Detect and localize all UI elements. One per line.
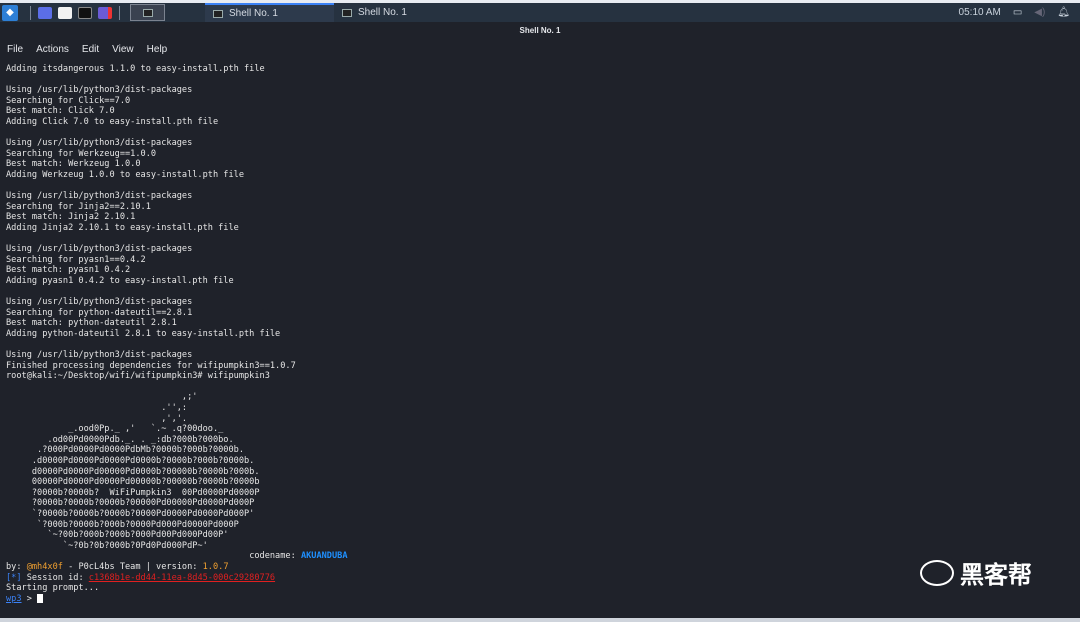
bottom-strip xyxy=(0,618,1080,622)
author: @mh4x0f xyxy=(26,561,63,572)
terminal-line: root@kali:~/Desktop/wifi/wifipumpkin3# w… xyxy=(6,371,270,382)
session-line: [*] Session id: c1368b1e-dd44-11ea-8d45-… xyxy=(6,573,348,584)
codename: AKUANDUBA xyxy=(300,551,348,562)
taskbar: ◆ Shell No. 1 Shell No. 1 05:10 AM ▭ ◀) … xyxy=(0,3,1080,22)
display-icon[interactable]: ▭ xyxy=(1013,7,1022,18)
menu-file[interactable]: File xyxy=(7,44,23,55)
terminal-line: Searching for python-dateutil==2.8.1 xyxy=(6,307,193,318)
codename-label: codename: xyxy=(249,551,301,562)
menu-view[interactable]: View xyxy=(112,44,134,55)
info-bracket: [*] xyxy=(6,572,22,583)
taskbar-tab-shell-2[interactable]: Shell No. 1 xyxy=(334,3,464,22)
codename-line: codename: AKUANDUBA xyxy=(6,551,348,562)
terminal-line: Adding Click 7.0 to easy-install.pth fil… xyxy=(6,116,219,127)
terminal-line: Adding python-dateutil 2.8.1 to easy-ins… xyxy=(6,328,281,339)
terminal-icon xyxy=(342,8,352,17)
terminal-line: Using /usr/lib/python3/dist-packages xyxy=(6,350,193,361)
volume-icon[interactable]: ◀) xyxy=(1034,7,1045,18)
taskbar-tab-shell-1[interactable]: Shell No. 1 xyxy=(205,3,334,22)
terminal-line: Best match: python-dateutil 2.8.1 xyxy=(6,318,177,329)
terminal-line: Adding pyasn1 0.4.2 to easy-install.pth … xyxy=(6,275,234,286)
wifipumpkin-ascii-art: ,;' .'',: ,','. _.ood0Pp._ ,' `.~ .q?00d… xyxy=(31,392,260,551)
terminal-line: Finished processing dependencies for wif… xyxy=(6,360,296,371)
tab-label: Shell No. 1 xyxy=(229,8,278,19)
tab-label: Shell No. 1 xyxy=(358,7,407,18)
folder-icon[interactable] xyxy=(58,6,72,19)
terminal-line: Using /usr/lib/python3/dist-packages xyxy=(6,85,193,96)
watermark: 黑客帮 xyxy=(920,555,1032,590)
by-label: by: xyxy=(6,561,27,572)
menu-bar: File Actions Edit View Help xyxy=(0,40,1080,58)
starting-prompt: Starting prompt... xyxy=(6,583,100,594)
author-line: by: @mh4x0f - P0cL4bs Team | version: 1.… xyxy=(6,562,348,573)
team: - P0cL4bs Team | version: xyxy=(62,561,203,572)
separator xyxy=(119,5,120,20)
terminal-lines: Adding itsdangerous 1.1.0 to easy-instal… xyxy=(6,64,348,392)
terminal-line: Using /usr/lib/python3/dist-packages xyxy=(6,191,193,202)
prompt: wp3 xyxy=(6,593,22,604)
terminal-line: Best match: Werkzeug 1.0.0 xyxy=(6,159,141,170)
screen-recorder-icon[interactable] xyxy=(98,6,112,19)
session-id: c1368b1e-dd44-11ea-8d45-000c29280776 xyxy=(88,572,276,583)
version: 1.0.7 xyxy=(202,561,229,572)
notification-bell-icon[interactable]: 🔔︎ xyxy=(1057,7,1070,18)
prompt-line[interactable]: wp3 > xyxy=(6,593,348,605)
window-title: Shell No. 1 xyxy=(0,22,1080,40)
terminal-line: Best match: pyasn1 0.4.2 xyxy=(6,265,131,276)
menu-actions[interactable]: Actions xyxy=(36,44,69,55)
clock[interactable]: 05:10 AM xyxy=(959,7,1001,18)
terminal-line: Searching for Click==7.0 xyxy=(6,95,131,106)
terminal-line: Searching for pyasn1==0.4.2 xyxy=(6,254,146,265)
terminal-line: Best match: Click 7.0 xyxy=(6,106,115,117)
separator xyxy=(30,5,31,20)
terminal-line: Using /usr/lib/python3/dist-packages xyxy=(6,244,193,255)
terminal-icon xyxy=(142,8,153,17)
terminal-line: Using /usr/lib/python3/dist-packages xyxy=(6,138,193,149)
kali-menu-icon[interactable]: ◆ xyxy=(2,4,18,21)
terminal-line: Best match: Jinja2 2.10.1 xyxy=(6,212,136,223)
terminal-line: Adding itsdangerous 1.1.0 to easy-instal… xyxy=(6,64,265,74)
terminal-line: Adding Werkzeug 1.0.0 to easy-install.pt… xyxy=(6,169,244,180)
terminal-line: Searching for Jinja2==2.10.1 xyxy=(6,201,151,212)
terminal-line: Searching for Werkzeug==1.0.0 xyxy=(6,148,157,159)
menu-help[interactable]: Help xyxy=(147,44,168,55)
session-label: Session id: xyxy=(21,572,89,583)
desktop-icon[interactable] xyxy=(38,6,52,19)
terminal-output[interactable]: Adding itsdangerous 1.1.0 to easy-instal… xyxy=(6,64,348,604)
wechat-icon xyxy=(920,559,954,586)
active-terminal-button[interactable] xyxy=(130,4,165,21)
menu-edit[interactable]: Edit xyxy=(82,44,99,55)
cursor xyxy=(37,593,44,603)
watermark-text: 黑客帮 xyxy=(960,562,1032,589)
terminal-line: Adding Jinja2 2.10.1 to easy-install.pth… xyxy=(6,222,239,233)
terminal-icon xyxy=(213,9,223,18)
terminal-line: Using /usr/lib/python3/dist-packages xyxy=(6,297,193,308)
terminal-icon[interactable] xyxy=(78,6,92,19)
system-tray: 05:10 AM ▭ ◀) 🔔︎ xyxy=(959,7,1080,18)
